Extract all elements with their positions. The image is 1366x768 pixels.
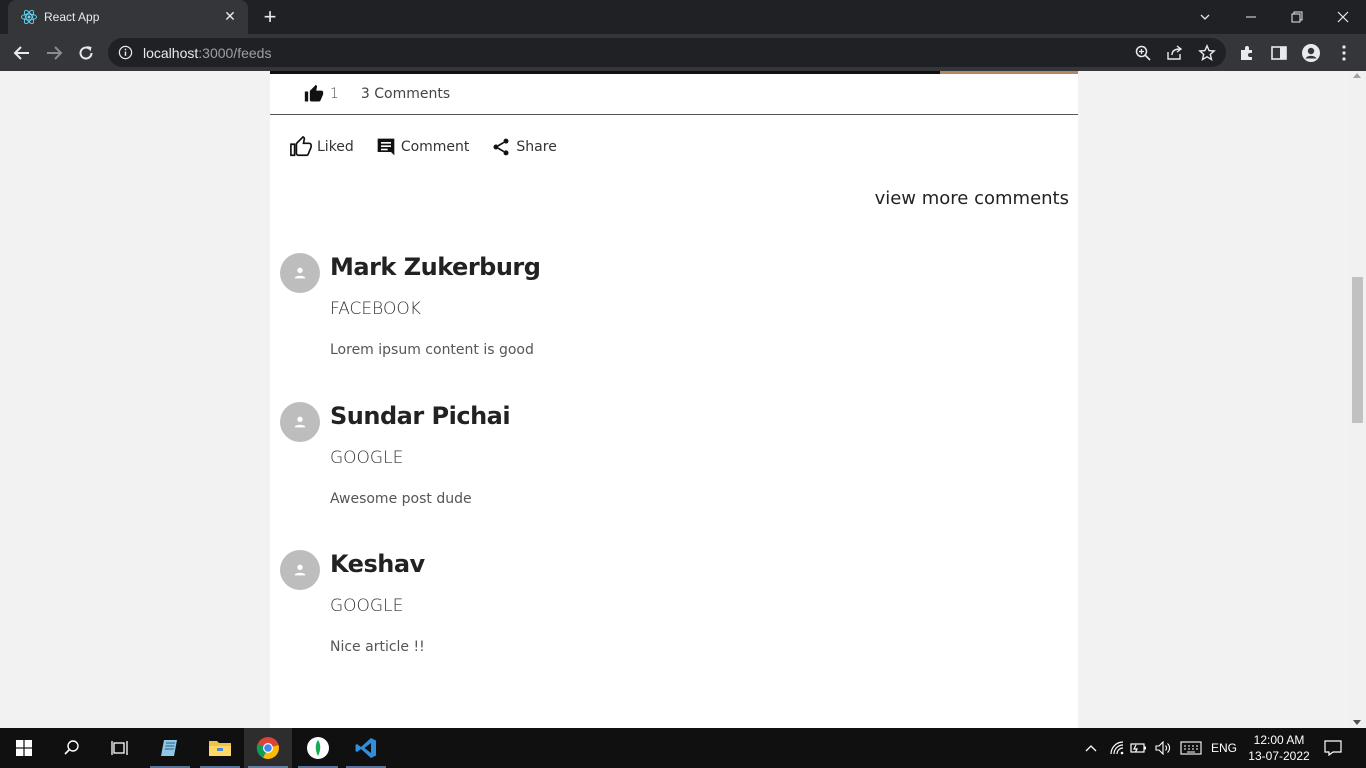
share-label: Share (516, 139, 557, 155)
windows-taskbar: ENG 12:00 AM 13-07-2022 (0, 728, 1366, 768)
comment-company: GOOGLE (330, 448, 404, 468)
taskbar-app-vscode[interactable] (342, 728, 390, 768)
scrollbar-thumb[interactable] (1352, 277, 1363, 423)
taskbar-app-notepad[interactable] (146, 728, 194, 768)
comment-author: Mark Zukerburg (330, 253, 541, 281)
view-more-comments-link[interactable]: view more comments (875, 188, 1069, 209)
tab-search-icon[interactable] (1182, 0, 1228, 34)
url-text: localhost:3000/feeds (143, 45, 271, 61)
share-button[interactable]: Share (491, 137, 557, 157)
comment-label: Comment (400, 139, 470, 155)
profile-avatar-icon[interactable] (1301, 43, 1321, 63)
feed-post-card: 1 3 Comments Liked Comment Share view mo… (270, 71, 1078, 728)
scroll-down-arrow-icon[interactable] (1353, 720, 1361, 725)
like-count: 1 (330, 86, 339, 102)
thumbs-up-filled-icon (304, 84, 324, 102)
comments-count[interactable]: 3 Comments (361, 86, 450, 102)
mongodb-leaf-icon (307, 737, 329, 759)
url-host: localhost (143, 45, 199, 61)
start-button[interactable] (0, 728, 48, 768)
comment-text: Awesome post dude (330, 491, 472, 507)
site-info-icon[interactable] (118, 45, 133, 60)
windows-logo-icon (16, 740, 32, 756)
notepad-app-icon (161, 740, 177, 756)
taskbar-app-chrome[interactable] (244, 728, 292, 768)
react-logo-icon (21, 9, 37, 25)
like-label: Liked (317, 139, 354, 155)
bookmark-star-icon[interactable] (1198, 44, 1216, 62)
person-icon (294, 416, 306, 428)
network-icon[interactable] (1106, 728, 1128, 768)
back-button[interactable] (10, 41, 34, 65)
browser-toolbar: localhost:3000/feeds (0, 34, 1366, 71)
avatar (280, 402, 320, 442)
back-arrow-icon (13, 46, 29, 60)
avatar (280, 253, 320, 293)
share-icon (493, 138, 509, 156)
battery-icon[interactable] (1128, 728, 1150, 768)
comment-text: Lorem ipsum content is good (330, 342, 534, 358)
zoom-icon[interactable] (1134, 44, 1152, 62)
tab-title: React App (44, 10, 100, 24)
post-image (270, 71, 1078, 74)
input-language-indicator[interactable]: ENG (1208, 728, 1240, 768)
taskbar-search-button[interactable] (48, 728, 96, 768)
reload-button[interactable] (74, 41, 98, 65)
taskbar-app-mongodb-compass[interactable] (294, 728, 342, 768)
clock-time: 12:00 AM (1253, 733, 1305, 747)
chevron-up-icon (1085, 745, 1097, 752)
chrome-logo-icon (256, 737, 279, 759)
scroll-up-arrow-icon[interactable] (1353, 73, 1361, 78)
taskbar-app-file-explorer[interactable] (196, 728, 244, 768)
comment-company: FACEBOOK (330, 299, 421, 319)
thumbs-up-icon (290, 136, 312, 157)
minimize-button[interactable] (1228, 0, 1274, 34)
stats-divider (270, 114, 1078, 115)
new-tab-button[interactable]: + (260, 6, 280, 28)
restore-button[interactable] (1274, 0, 1320, 34)
person-icon (294, 267, 306, 279)
post-actions: Liked Comment Share (290, 135, 579, 159)
comment-icon (377, 138, 395, 156)
notifications-icon[interactable] (1320, 728, 1346, 768)
browser-tab-strip: React App ✕ + (0, 0, 1366, 34)
forward-button[interactable] (42, 41, 66, 65)
url-path: :3000/feeds (198, 45, 272, 61)
extensions-icon[interactable] (1237, 43, 1257, 63)
folder-icon (209, 741, 231, 756)
comment-author: Keshav (330, 550, 425, 578)
like-button[interactable]: Liked (290, 136, 354, 158)
touch-keyboard-icon[interactable] (1178, 728, 1204, 768)
comment-company: GOOGLE (330, 596, 404, 616)
page-scrollbar[interactable] (1349, 71, 1366, 728)
volume-icon[interactable] (1152, 728, 1174, 768)
close-window-button[interactable] (1320, 0, 1366, 34)
task-view-icon (111, 741, 128, 755)
person-icon (294, 564, 306, 576)
share-page-icon[interactable] (1166, 44, 1184, 62)
search-icon (64, 740, 79, 755)
comment-text: Nice article !! (330, 639, 425, 655)
taskbar-clock[interactable]: 12:00 AM 13-07-2022 (1240, 732, 1318, 764)
page-viewport: 1 3 Comments Liked Comment Share view mo… (0, 71, 1366, 728)
address-bar[interactable]: localhost:3000/feeds (108, 38, 1226, 67)
vscode-logo-icon (355, 738, 376, 758)
show-hidden-icons-button[interactable] (1080, 728, 1102, 768)
comment-button[interactable]: Comment (376, 137, 470, 157)
side-panel-icon[interactable] (1269, 43, 1289, 63)
task-view-button[interactable] (96, 728, 144, 768)
post-stats: 1 3 Comments (304, 83, 450, 105)
browser-tab[interactable]: React App ✕ (8, 0, 248, 34)
clock-date: 13-07-2022 (1248, 749, 1310, 763)
menu-kebab-icon[interactable] (1334, 43, 1354, 63)
tab-close-icon[interactable]: ✕ (222, 8, 238, 24)
reload-icon (79, 46, 93, 60)
avatar (280, 550, 320, 590)
forward-arrow-icon (47, 46, 63, 60)
comment-author: Sundar Pichai (330, 402, 511, 430)
